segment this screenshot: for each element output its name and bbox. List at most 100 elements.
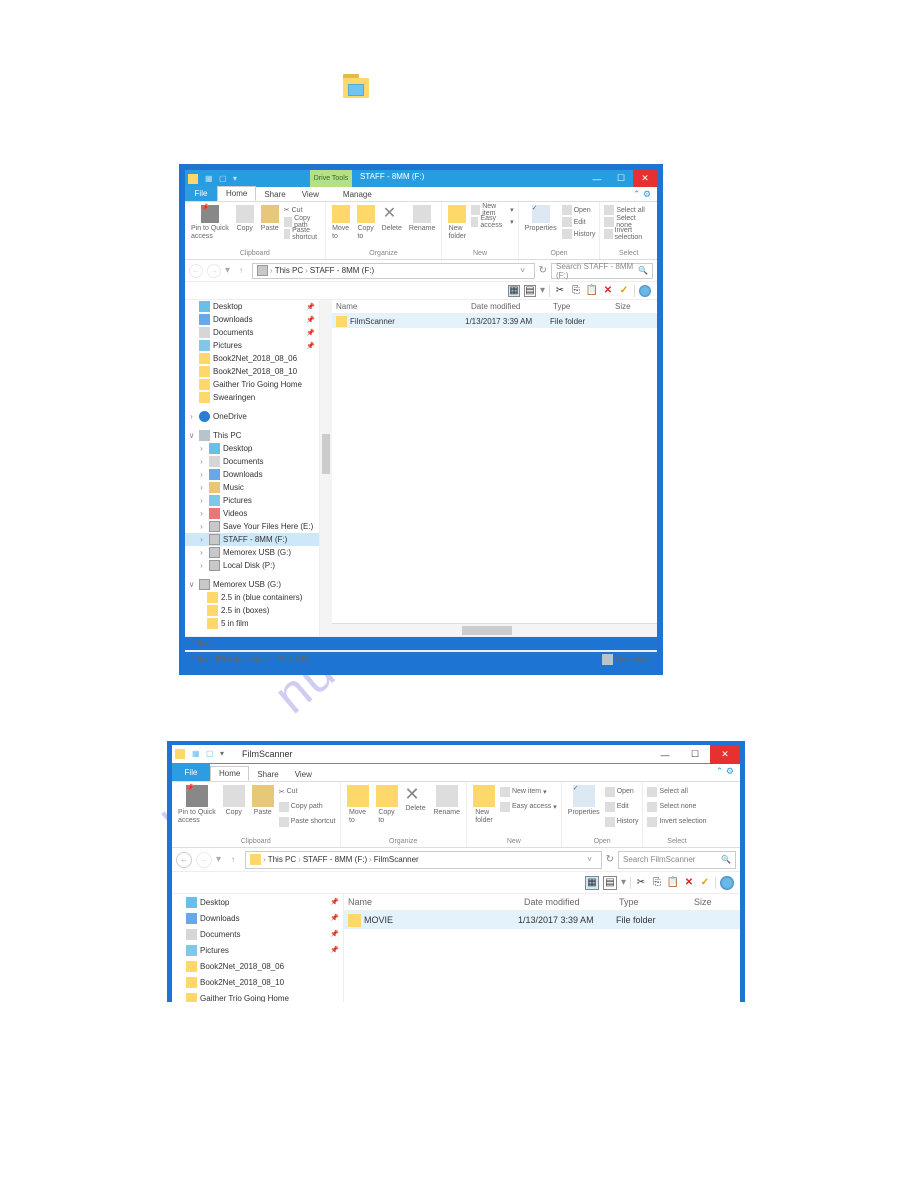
- column-headers[interactable]: Name Date modified Type Size: [344, 894, 740, 911]
- nav-folder[interactable]: 2.5 in (boxes): [185, 604, 319, 617]
- view-tab[interactable]: View: [294, 188, 327, 201]
- new-item-button[interactable]: New item▾: [500, 784, 557, 799]
- nav-pc-music[interactable]: ›Music: [185, 481, 319, 494]
- nav-pc-videos[interactable]: ›Videos: [185, 507, 319, 520]
- paste-button[interactable]: Paste: [250, 784, 276, 838]
- copy-button[interactable]: Copy: [221, 784, 247, 838]
- nav-pc-pictures[interactable]: ›Pictures: [185, 494, 319, 507]
- chevron-down-icon[interactable]: ▾: [216, 854, 221, 865]
- rename-button[interactable]: Rename: [432, 784, 462, 838]
- globe-icon[interactable]: [720, 876, 734, 890]
- file-tab[interactable]: File: [172, 763, 210, 781]
- delete-icon[interactable]: ✕: [683, 877, 695, 889]
- refresh-button[interactable]: ↻: [539, 265, 547, 276]
- copy-to-button[interactable]: Copy to: [355, 204, 377, 250]
- quick-access-toolbar[interactable]: ▦ ▢ ▾: [201, 174, 247, 184]
- nav-pictures[interactable]: Pictures📌: [172, 942, 343, 958]
- history-button[interactable]: History: [562, 228, 596, 240]
- chevron-down-icon[interactable]: ▾: [540, 285, 545, 296]
- h-scrollbar[interactable]: [332, 623, 657, 636]
- minimize-button[interactable]: —: [650, 745, 680, 764]
- properties-button[interactable]: ✓Properties: [566, 784, 602, 838]
- nav-folder[interactable]: 2.5 in (blue containers): [185, 591, 319, 604]
- open-button[interactable]: Open: [605, 784, 639, 799]
- view-tab[interactable]: View: [287, 768, 320, 781]
- view-list-button[interactable]: ▤: [603, 876, 617, 890]
- qat-new-icon[interactable]: ▢: [219, 174, 229, 184]
- rename-button[interactable]: Rename: [407, 204, 437, 250]
- manage-tab[interactable]: Manage: [335, 188, 380, 201]
- minimize-button[interactable]: —: [585, 170, 609, 187]
- close-button[interactable]: ✕: [633, 170, 657, 187]
- chevron-down-icon[interactable]: ▾: [225, 265, 230, 276]
- maximize-button[interactable]: ☐: [680, 745, 710, 764]
- nav-pc-downloads[interactable]: ›Downloads: [185, 468, 319, 481]
- paste-shortcut-button[interactable]: Paste shortcut: [279, 814, 336, 829]
- cut-icon[interactable]: ✂: [635, 877, 647, 889]
- forward-button[interactable]: →: [207, 264, 221, 278]
- globe-icon[interactable]: [639, 285, 651, 297]
- properties-button[interactable]: ✓Properties: [523, 204, 559, 250]
- paste-icon[interactable]: 📋: [667, 877, 679, 889]
- nav-folder[interactable]: Gaither Trio Going Home: [185, 378, 319, 391]
- help-icon[interactable]: ⌃ ⚙: [633, 189, 651, 200]
- nav-pictures[interactable]: Pictures📌: [185, 339, 319, 352]
- breadcrumb-root[interactable]: This PC: [268, 855, 296, 864]
- home-tab[interactable]: Home: [217, 186, 256, 201]
- nav-folder[interactable]: Book2Net_2018_08_06: [172, 958, 343, 974]
- close-button[interactable]: ✕: [710, 745, 740, 764]
- paste-button[interactable]: Paste: [259, 204, 281, 250]
- nav-staff-drive[interactable]: ›STAFF - 8MM (F:): [185, 533, 319, 546]
- nav-local-drive[interactable]: ›Local Disk (P:): [185, 559, 319, 572]
- copy-icon[interactable]: ⎘: [651, 877, 663, 889]
- up-button[interactable]: ↑: [225, 853, 241, 867]
- address-bar[interactable]: › This PC› STAFF - 8MM (F:) ˅: [252, 263, 535, 279]
- nav-documents[interactable]: Documents📌: [185, 326, 319, 339]
- new-folder-button[interactable]: New folder: [446, 204, 468, 250]
- col-type[interactable]: Type: [553, 302, 615, 311]
- easy-access-button[interactable]: Easy access▾: [471, 216, 513, 228]
- nav-folder[interactable]: Book2Net_2018_08_06: [185, 352, 319, 365]
- nav-folder[interactable]: Book2Net_2018_08_10: [185, 365, 319, 378]
- file-row[interactable]: FilmScanner 1/13/2017 3:39 AM File folde…: [332, 314, 657, 328]
- delete-button[interactable]: ✕Delete: [380, 204, 404, 250]
- paste-shortcut-button[interactable]: Paste shortcut: [284, 228, 321, 240]
- nav-documents[interactable]: Documents📌: [172, 926, 343, 942]
- nav-downloads[interactable]: Downloads📌: [185, 313, 319, 326]
- chevron-down-icon[interactable]: ▾: [220, 749, 230, 759]
- copy-button[interactable]: Copy: [234, 204, 256, 250]
- col-date[interactable]: Date modified: [524, 897, 619, 907]
- share-tab[interactable]: Share: [256, 188, 293, 201]
- back-button[interactable]: ←: [189, 264, 203, 278]
- collapse-icon[interactable]: ∨: [187, 431, 196, 440]
- address-bar[interactable]: › This PC› STAFF - 8MM (F:)› FilmScanner…: [245, 851, 602, 869]
- delete-icon[interactable]: ✕: [602, 285, 614, 297]
- cut-button[interactable]: ✂Cut: [279, 784, 336, 799]
- delete-button[interactable]: ✕Delete: [403, 784, 429, 838]
- column-headers[interactable]: Name Date modified Type Size: [332, 300, 657, 314]
- nav-desktop[interactable]: Desktop📌: [172, 894, 343, 910]
- nav-onedrive[interactable]: ›OneDrive: [185, 410, 319, 423]
- titlebar[interactable]: ▦ ▢ ▾ FilmScanner — ☐ ✕: [172, 745, 740, 764]
- new-folder-button[interactable]: New folder: [471, 784, 497, 838]
- cut-icon[interactable]: ✂: [554, 285, 566, 297]
- nav-thispc[interactable]: ∨This PC: [185, 429, 319, 442]
- breadcrumb-loc[interactable]: STAFF - 8MM (F:): [303, 855, 367, 864]
- nav-pane[interactable]: Desktop📌 Downloads📌 Documents📌 Pictures📌…: [172, 894, 344, 1002]
- expand-icon[interactable]: ›: [187, 412, 196, 421]
- nav-folder[interactable]: Book2Net_2018_08_10: [172, 974, 343, 990]
- search-box[interactable]: Search FilmScanner🔍: [618, 851, 736, 869]
- search-box[interactable]: Search STAFF - 8MM (F:)🔍: [551, 263, 653, 279]
- check-icon[interactable]: ✓: [699, 877, 711, 889]
- select-all-button[interactable]: Select all: [647, 784, 706, 799]
- nav-memorex-usb[interactable]: ∨Memorex USB (G:): [185, 578, 319, 591]
- back-button[interactable]: ←: [176, 852, 192, 868]
- nav-memorex-drive[interactable]: ›Memorex USB (G:): [185, 546, 319, 559]
- help-icon[interactable]: ⌃ ⚙: [716, 766, 734, 777]
- edit-button[interactable]: Edit: [605, 799, 639, 814]
- nav-downloads[interactable]: Downloads📌: [172, 910, 343, 926]
- col-size[interactable]: Size: [615, 302, 653, 311]
- col-size[interactable]: Size: [694, 897, 736, 907]
- qat-props-icon[interactable]: ▦: [192, 749, 202, 759]
- pin-quick-access-button[interactable]: 📌Pin to Quick access: [189, 204, 231, 250]
